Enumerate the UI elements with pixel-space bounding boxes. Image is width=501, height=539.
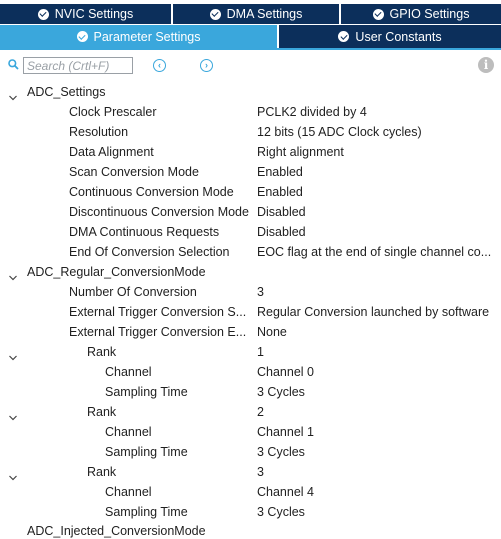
tree-value[interactable]: 3 bbox=[257, 462, 497, 482]
tree-value[interactable]: Disabled bbox=[257, 222, 497, 242]
tree-label: Channel bbox=[105, 485, 152, 499]
tab-row-top: NVIC Settings DMA Settings GPIO Settings bbox=[0, 4, 501, 24]
tree-value[interactable]: None bbox=[257, 322, 497, 342]
tree-label: Sampling Time bbox=[105, 385, 188, 399]
tree-value[interactable]: PCLK2 divided by 4 bbox=[257, 102, 497, 122]
tree-label: Number Of Conversion bbox=[69, 285, 197, 299]
tree-subparam[interactable]: Sampling Time 3 Cycles bbox=[0, 442, 501, 462]
tree-subparam[interactable]: Channel Channel 1 bbox=[0, 422, 501, 442]
tab-user-constants[interactable]: User Constants bbox=[279, 25, 501, 48]
tree-value[interactable]: 3 Cycles bbox=[257, 382, 497, 402]
check-circle-icon bbox=[338, 31, 350, 42]
tree-label: Continuous Conversion Mode bbox=[69, 185, 234, 199]
tree-param[interactable]: Discontinuous Conversion Mode Disabled bbox=[0, 202, 501, 222]
search-input[interactable] bbox=[23, 57, 133, 74]
tree-value[interactable]: Enabled bbox=[257, 162, 497, 182]
tree-rank[interactable]: Rank 3 bbox=[0, 462, 501, 482]
tree-value[interactable]: EOC flag at the end of single channel co… bbox=[257, 242, 497, 262]
toolbar: ‹ › i bbox=[0, 56, 501, 78]
tab-nvic-settings[interactable]: NVIC Settings bbox=[0, 4, 171, 24]
tree-label: ADC_Settings bbox=[27, 85, 106, 99]
tab-label: Parameter Settings bbox=[93, 29, 201, 44]
tab-parameter-settings[interactable]: Parameter Settings bbox=[0, 25, 277, 48]
chevron-right-icon[interactable]: › bbox=[200, 59, 213, 72]
tree-group[interactable]: ADC_Settings bbox=[0, 82, 501, 102]
tree-label: End Of Conversion Selection bbox=[69, 245, 230, 259]
tree-label: Scan Conversion Mode bbox=[69, 165, 199, 179]
tree-label: DMA Continuous Requests bbox=[69, 225, 220, 239]
tree-subparam[interactable]: Sampling Time 3 Cycles bbox=[0, 502, 501, 522]
tree-label: Data Alignment bbox=[69, 145, 154, 159]
tree-param[interactable]: Number Of Conversion 3 bbox=[0, 282, 501, 302]
tree-param[interactable]: End Of Conversion Selection EOC flag at t… bbox=[0, 242, 501, 262]
tree-label: Discontinuous Conversion Mode bbox=[69, 205, 249, 219]
tree-label: Channel bbox=[105, 365, 152, 379]
check-circle-icon bbox=[76, 31, 88, 42]
parameter-tree: ADC_Settings Clock Prescaler PCLK2 divided… bbox=[0, 82, 501, 522]
tab-label: GPIO Settings bbox=[389, 7, 470, 21]
tree-value[interactable]: Enabled bbox=[257, 182, 497, 202]
search-icon bbox=[8, 59, 19, 70]
chevron-down-icon[interactable] bbox=[9, 408, 17, 421]
tree-value[interactable]: Channel 1 bbox=[257, 422, 497, 442]
tree-param[interactable]: Resolution 12 bits (15 ADC Clock cycles) bbox=[0, 122, 501, 142]
chevron-down-icon[interactable] bbox=[9, 88, 17, 101]
tab-label: NVIC Settings bbox=[54, 7, 134, 21]
tree-group[interactable]: ADC_Regular_ConversionMode bbox=[0, 262, 501, 282]
tree-label: ADC_Regular_ConversionMode bbox=[27, 265, 206, 279]
tree-param[interactable]: External Trigger Conversion E... None bbox=[0, 322, 501, 342]
chevron-down-icon[interactable] bbox=[9, 348, 17, 361]
tree-value[interactable]: 3 Cycles bbox=[257, 502, 497, 522]
group-label-cut-off[interactable]: ADC_Injected_ConversionMode bbox=[27, 523, 206, 539]
tree-value[interactable]: 3 Cycles bbox=[257, 442, 497, 462]
tree-rank[interactable]: Rank 2 bbox=[0, 402, 501, 422]
tree-value[interactable]: 1 bbox=[257, 342, 497, 362]
tree-label: Rank bbox=[87, 465, 117, 479]
tree-label: External Trigger Conversion E... bbox=[69, 325, 247, 339]
tree-value[interactable]: 3 bbox=[257, 282, 497, 302]
tree-label: Rank bbox=[87, 345, 117, 359]
tree-param[interactable]: Scan Conversion Mode Enabled bbox=[0, 162, 501, 182]
tree-value[interactable]: 12 bits (15 ADC Clock cycles) bbox=[257, 122, 497, 142]
tree-label: Rank bbox=[87, 405, 117, 419]
tree-param[interactable]: External Trigger Conversion S... Regular … bbox=[0, 302, 501, 322]
tree-value[interactable]: Disabled bbox=[257, 202, 497, 222]
tab-underline bbox=[0, 48, 501, 50]
chevron-down-icon[interactable] bbox=[9, 268, 17, 281]
check-circle-icon bbox=[372, 8, 384, 20]
tree-label: External Trigger Conversion S... bbox=[69, 305, 247, 319]
check-circle-icon bbox=[37, 8, 49, 20]
tab-label: DMA Settings bbox=[226, 7, 303, 21]
tree-subparam[interactable]: Channel Channel 4 bbox=[0, 482, 501, 502]
check-circle-icon bbox=[209, 8, 221, 20]
chevron-down-icon[interactable] bbox=[9, 468, 17, 481]
tree-param[interactable]: Continuous Conversion Mode Enabled bbox=[0, 182, 501, 202]
chevron-left-icon[interactable]: ‹ bbox=[153, 59, 166, 72]
tab-dma-settings[interactable]: DMA Settings bbox=[173, 4, 339, 24]
tab-gpio-settings[interactable]: GPIO Settings bbox=[341, 4, 501, 24]
tree-label: Resolution bbox=[69, 125, 129, 139]
tree-subparam[interactable]: Channel Channel 0 bbox=[0, 362, 501, 382]
tree-subparam[interactable]: Sampling Time 3 Cycles bbox=[0, 382, 501, 402]
tree-value[interactable]: Channel 4 bbox=[257, 482, 497, 502]
tab-label: User Constants bbox=[355, 29, 442, 44]
tree-param[interactable]: DMA Continuous Requests Disabled bbox=[0, 222, 501, 242]
tree-param[interactable]: Data Alignment Right alignment bbox=[0, 142, 501, 162]
tree-param[interactable]: Clock Prescaler PCLK2 divided by 4 bbox=[0, 102, 501, 122]
tree-value[interactable]: Regular Conversion launched by software bbox=[257, 302, 497, 322]
info-icon[interactable]: i bbox=[478, 57, 494, 73]
tree-value[interactable]: Right alignment bbox=[257, 142, 497, 162]
tree-label: Clock Prescaler bbox=[69, 105, 157, 119]
tree-value[interactable]: Channel 0 bbox=[257, 362, 497, 382]
tree-value[interactable]: 2 bbox=[257, 402, 497, 422]
tree-rank[interactable]: Rank 1 bbox=[0, 342, 501, 362]
tree-label: Channel bbox=[105, 425, 152, 439]
tab-row-bottom: Parameter Settings User Constants bbox=[0, 25, 501, 48]
tree-label: Sampling Time bbox=[105, 505, 188, 519]
tree-label: Sampling Time bbox=[105, 445, 188, 459]
